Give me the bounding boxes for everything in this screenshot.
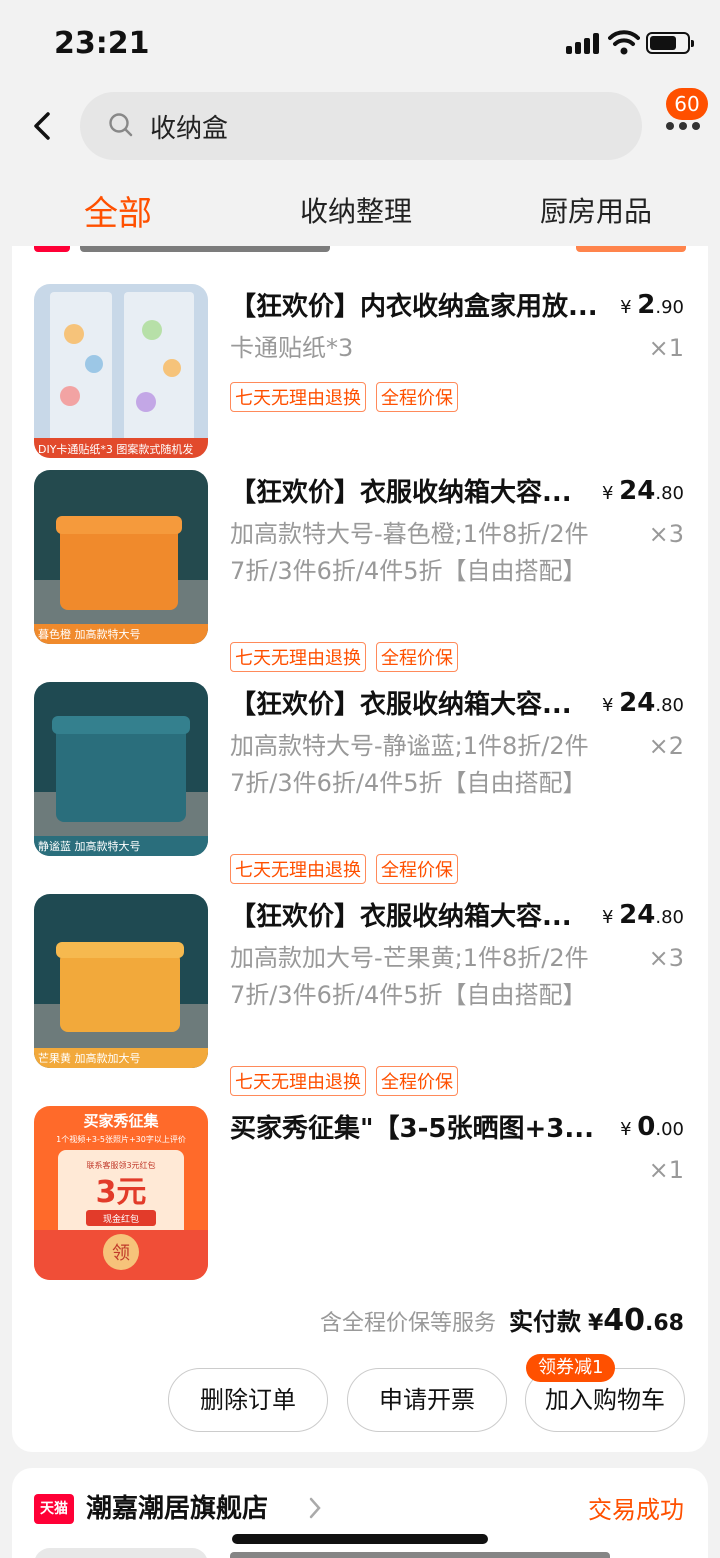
tag-return: 七天无理由退换: [230, 382, 366, 412]
thumb-caption: 买家秀征集: [83, 1112, 159, 1130]
product-title[interactable]: 【狂欢价】衣服收纳箱大容...: [230, 896, 604, 933]
paid-amount: ¥40.68: [587, 1303, 684, 1338]
service-tags: 七天无理由退换 全程价保: [230, 854, 458, 884]
product-qty: ×3: [648, 944, 684, 972]
home-indicator[interactable]: [232, 1534, 488, 1544]
product-title[interactable]: 【狂欢价】内衣收纳盒家用放...: [230, 286, 604, 323]
service-note: 含全程价保等服务: [319, 1311, 496, 1336]
shop-header-clipped: [12, 246, 708, 260]
product-title-peek: [230, 1552, 610, 1558]
product-price: ¥ 24.80: [601, 476, 684, 506]
product-title[interactable]: 【狂欢价】衣服收纳箱大容...: [230, 684, 604, 721]
product-thumbnail[interactable]: 静谧蓝 加高款特大号: [34, 682, 208, 856]
product-qty: ×2: [648, 732, 684, 760]
thumb-caption: 暮色橙 加高款特大号: [38, 627, 141, 641]
thumb-coupon: 3元: [96, 1175, 147, 1210]
tag-price-protect: 全程价保: [376, 382, 458, 412]
thumb-coupon-label: 现金红包: [103, 1213, 139, 1225]
product-sku: 卡通贴纸*3: [230, 334, 354, 362]
service-tags: 七天无理由退换 全程价保: [230, 1066, 458, 1096]
message-count-badge: 60: [666, 88, 708, 120]
paid-label: 实付款: [508, 1308, 581, 1336]
thumb-sub: 1个视频+3-5张照片+30字以上评价: [56, 1134, 186, 1144]
product-price: ¥ 2.90: [620, 290, 684, 320]
search-input[interactable]: 收纳盒: [80, 92, 642, 160]
service-tags: 七天无理由退换 全程价保: [230, 382, 458, 412]
order-total: 含全程价保等服务 实付款 ¥40.68: [320, 1302, 684, 1338]
shop-name[interactable]: 潮嘉潮居旗舰店: [86, 1488, 268, 1525]
product-thumbnail-peek: [34, 1548, 208, 1558]
tab-storage[interactable]: 收纳整理: [300, 190, 412, 230]
thumb-note: 联系客服领3元红包: [86, 1160, 155, 1170]
product-sku: 加高款特大号-静谧蓝;1件8折/2件7折/3件6折/4件5折【自由搭配】: [230, 732, 589, 797]
order-card: DIY卡通贴纸*3 图案款式随机发 【狂欢价】内衣收纳盒家用放... ¥ 2.9…: [12, 246, 708, 1452]
product-price: ¥ 0.00: [620, 1112, 684, 1142]
delete-order-button[interactable]: 删除订单: [168, 1368, 328, 1432]
tag-return: 七天无理由退换: [230, 854, 366, 884]
search-query: 收纳盒: [150, 114, 229, 144]
product-thumbnail[interactable]: 暮色橙 加高款特大号: [34, 470, 208, 644]
category-tabs: 全部 收纳整理 厨房用品: [0, 180, 720, 244]
product-title[interactable]: 【狂欢价】衣服收纳箱大容...: [230, 472, 604, 509]
status-time: 23:21: [54, 26, 150, 61]
product-thumbnail[interactable]: DIY卡通贴纸*3 图案款式随机发: [34, 284, 208, 458]
tmall-logo-icon: 天猫: [34, 1494, 74, 1524]
cellular-signal-icon: [566, 32, 602, 54]
coupon-badge: 领券减1: [526, 1354, 616, 1382]
thumb-caption: 芒果黄 加高款加大号: [38, 1051, 141, 1065]
order-status: 交易成功: [588, 1496, 684, 1524]
tab-all[interactable]: 全部: [84, 186, 152, 235]
thumb-claim: 领: [112, 1243, 130, 1264]
status-bar: 23:21: [0, 0, 720, 88]
battery-icon: [646, 32, 694, 54]
product-qty: ×1: [648, 334, 684, 362]
tag-price-protect: 全程价保: [376, 642, 458, 672]
thumb-caption: 静谧蓝 加高款特大号: [38, 839, 141, 853]
service-tags: 七天无理由退换 全程价保: [230, 642, 458, 672]
product-qty: ×1: [648, 1156, 684, 1184]
product-sku: 加高款加大号-芒果黄;1件8折/2件7折/3件6折/4件5折【自由搭配】: [230, 944, 589, 1009]
product-price: ¥ 24.80: [601, 688, 684, 718]
thumb-caption: DIY卡通贴纸*3 图案款式随机发: [38, 442, 193, 456]
product-qty: ×3: [648, 520, 684, 548]
product-title[interactable]: 买家秀征集"【3-5张晒图+3...: [230, 1108, 604, 1145]
tag-price-protect: 全程价保: [376, 1066, 458, 1096]
request-invoice-button[interactable]: 申请开票: [347, 1368, 507, 1432]
wifi-icon: [608, 30, 640, 55]
search-icon: [109, 113, 133, 137]
tag-return: 七天无理由退换: [230, 1066, 366, 1096]
product-sku: 加高款特大号-暮色橙;1件8折/2件7折/3件6折/4件5折【自由搭配】: [230, 520, 589, 585]
product-price: ¥ 24.80: [601, 900, 684, 930]
back-arrow-icon[interactable]: [28, 108, 58, 144]
next-order-card: 天猫 潮嘉潮居旗舰店 交易成功: [12, 1468, 708, 1558]
tab-kitchen[interactable]: 厨房用品: [540, 190, 652, 230]
chevron-right-icon: [309, 1497, 321, 1519]
product-thumbnail[interactable]: 买家秀征集 1个视频+3-5张照片+30字以上评价 联系客服领3元红包 3元 现…: [34, 1106, 208, 1280]
tag-return: 七天无理由退换: [230, 642, 366, 672]
tag-price-protect: 全程价保: [376, 854, 458, 884]
product-thumbnail[interactable]: 芒果黄 加高款加大号: [34, 894, 208, 1068]
